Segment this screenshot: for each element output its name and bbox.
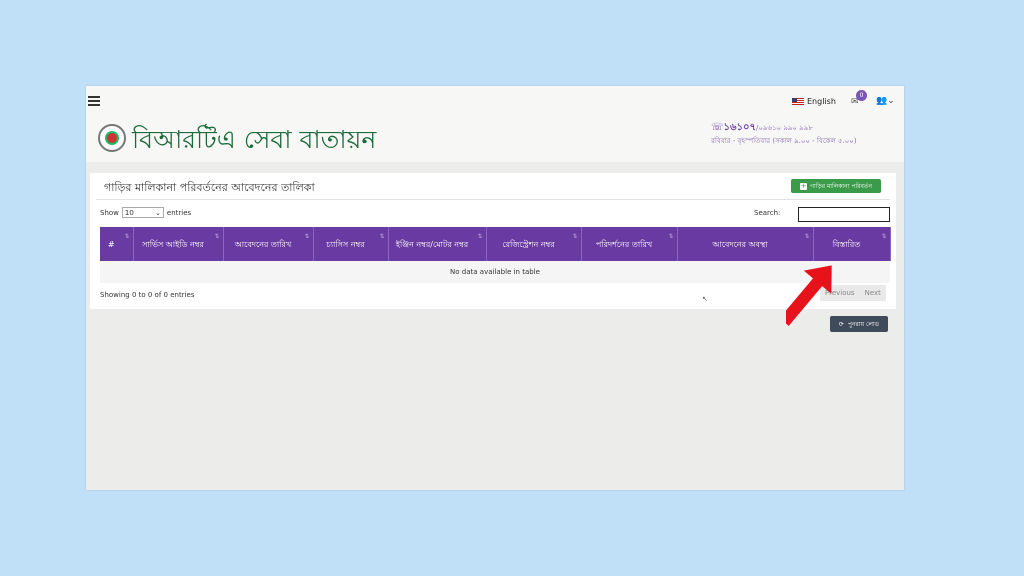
applications-table: # ⇅ সার্ভিস আইডি নম্বর ⇅ আবেদনের তারিখ ⇅ চ্…: [100, 227, 891, 283]
sort-icon: ⇅: [304, 233, 310, 240]
sort-icon: ⇅: [214, 233, 220, 240]
office-hours: রবিবার - বৃহস্পতিবার (সকাল ৯.০০ - বিকেল …: [711, 137, 857, 145]
search-label: Search:: [754, 209, 781, 217]
column-header[interactable]: ইঞ্জিন নম্বর/মোটর নম্বর ⇅: [388, 227, 487, 261]
chevron-down-icon: ⌄: [155, 208, 161, 217]
table-header-row: # ⇅ সার্ভিস আইডি নম্বর ⇅ আবেদনের তারিখ ⇅ চ্…: [100, 227, 891, 261]
application-list-card: গাড়ির মালিকানা পরিবর্তনের আবেদনের তালিক…: [90, 173, 896, 309]
length-control: Show 10 ⌄ entries: [100, 207, 191, 218]
ownership-change-label: গাড়ির মালিকানা পরিবর্তন: [810, 182, 872, 190]
language-switch[interactable]: English: [792, 97, 836, 106]
table-row: No data available in table: [100, 261, 890, 283]
column-header[interactable]: # ⇅: [100, 227, 134, 261]
mail-badge: 0: [856, 90, 867, 101]
sort-icon: ⇅: [124, 233, 130, 240]
sort-icon: ⇅: [804, 233, 810, 240]
ownership-change-button[interactable]: + গাড়ির মালিকানা পরিবর্তন: [791, 179, 881, 193]
table-info: Showing 0 to 0 of 0 entries: [100, 291, 195, 299]
column-header[interactable]: পরিদর্শনের তারিখ ⇅: [581, 227, 678, 261]
empty-message: No data available in table: [100, 261, 890, 283]
sort-icon: ⇅: [881, 233, 887, 240]
entries-value: 10: [124, 208, 134, 217]
hamburger-icon[interactable]: [88, 96, 100, 106]
divider: [96, 199, 890, 200]
mouse-cursor-icon: ↖: [702, 295, 708, 303]
show-label: Show: [100, 208, 119, 217]
red-arrow-pointer: [786, 265, 832, 326]
hotline-alt: /০৯৬১০ ৯৯০ ৯৯৮: [756, 124, 813, 132]
sort-icon: ⇅: [477, 233, 483, 240]
card-title: গাড়ির মালিকানা পরিবর্তনের আবেদনের তালিক…: [104, 181, 315, 194]
column-header[interactable]: রেজিস্ট্রেশন নম্বর ⇅: [486, 227, 582, 261]
browser-window: English ✉ 0 👥⌄ বিআরটিএ সেবা বাতায়ন ☏১৬১…: [86, 86, 904, 490]
column-header[interactable]: আবেদনের তারিখ ⇅: [223, 227, 314, 261]
next-button[interactable]: Next: [860, 285, 886, 301]
brand-title: বিআরটিএ সেবা বাতায়ন: [132, 125, 377, 154]
site-header: English ✉ 0 👥⌄ বিআরটিএ সেবা বাতায়ন ☏১৬১…: [86, 86, 904, 162]
flag-icon: [792, 97, 804, 106]
sort-icon: ⇅: [668, 233, 674, 240]
language-label: English: [807, 97, 836, 106]
search-input[interactable]: [798, 207, 890, 222]
plus-icon: +: [800, 181, 808, 190]
brta-logo: [98, 124, 126, 152]
sort-icon: ⇅: [379, 233, 385, 240]
column-header[interactable]: সার্ভিস আইডি নম্বর ⇅: [133, 227, 224, 261]
entries-select[interactable]: 10 ⌄: [121, 207, 164, 218]
sort-icon: ⇅: [572, 233, 578, 240]
hotline-number: ☏১৬১০৭: [711, 122, 756, 133]
entries-label: entries: [166, 208, 192, 217]
column-header[interactable]: চ্যাসিস নম্বর ⇅: [313, 227, 389, 261]
user-icon[interactable]: 👥⌄: [876, 96, 895, 106]
